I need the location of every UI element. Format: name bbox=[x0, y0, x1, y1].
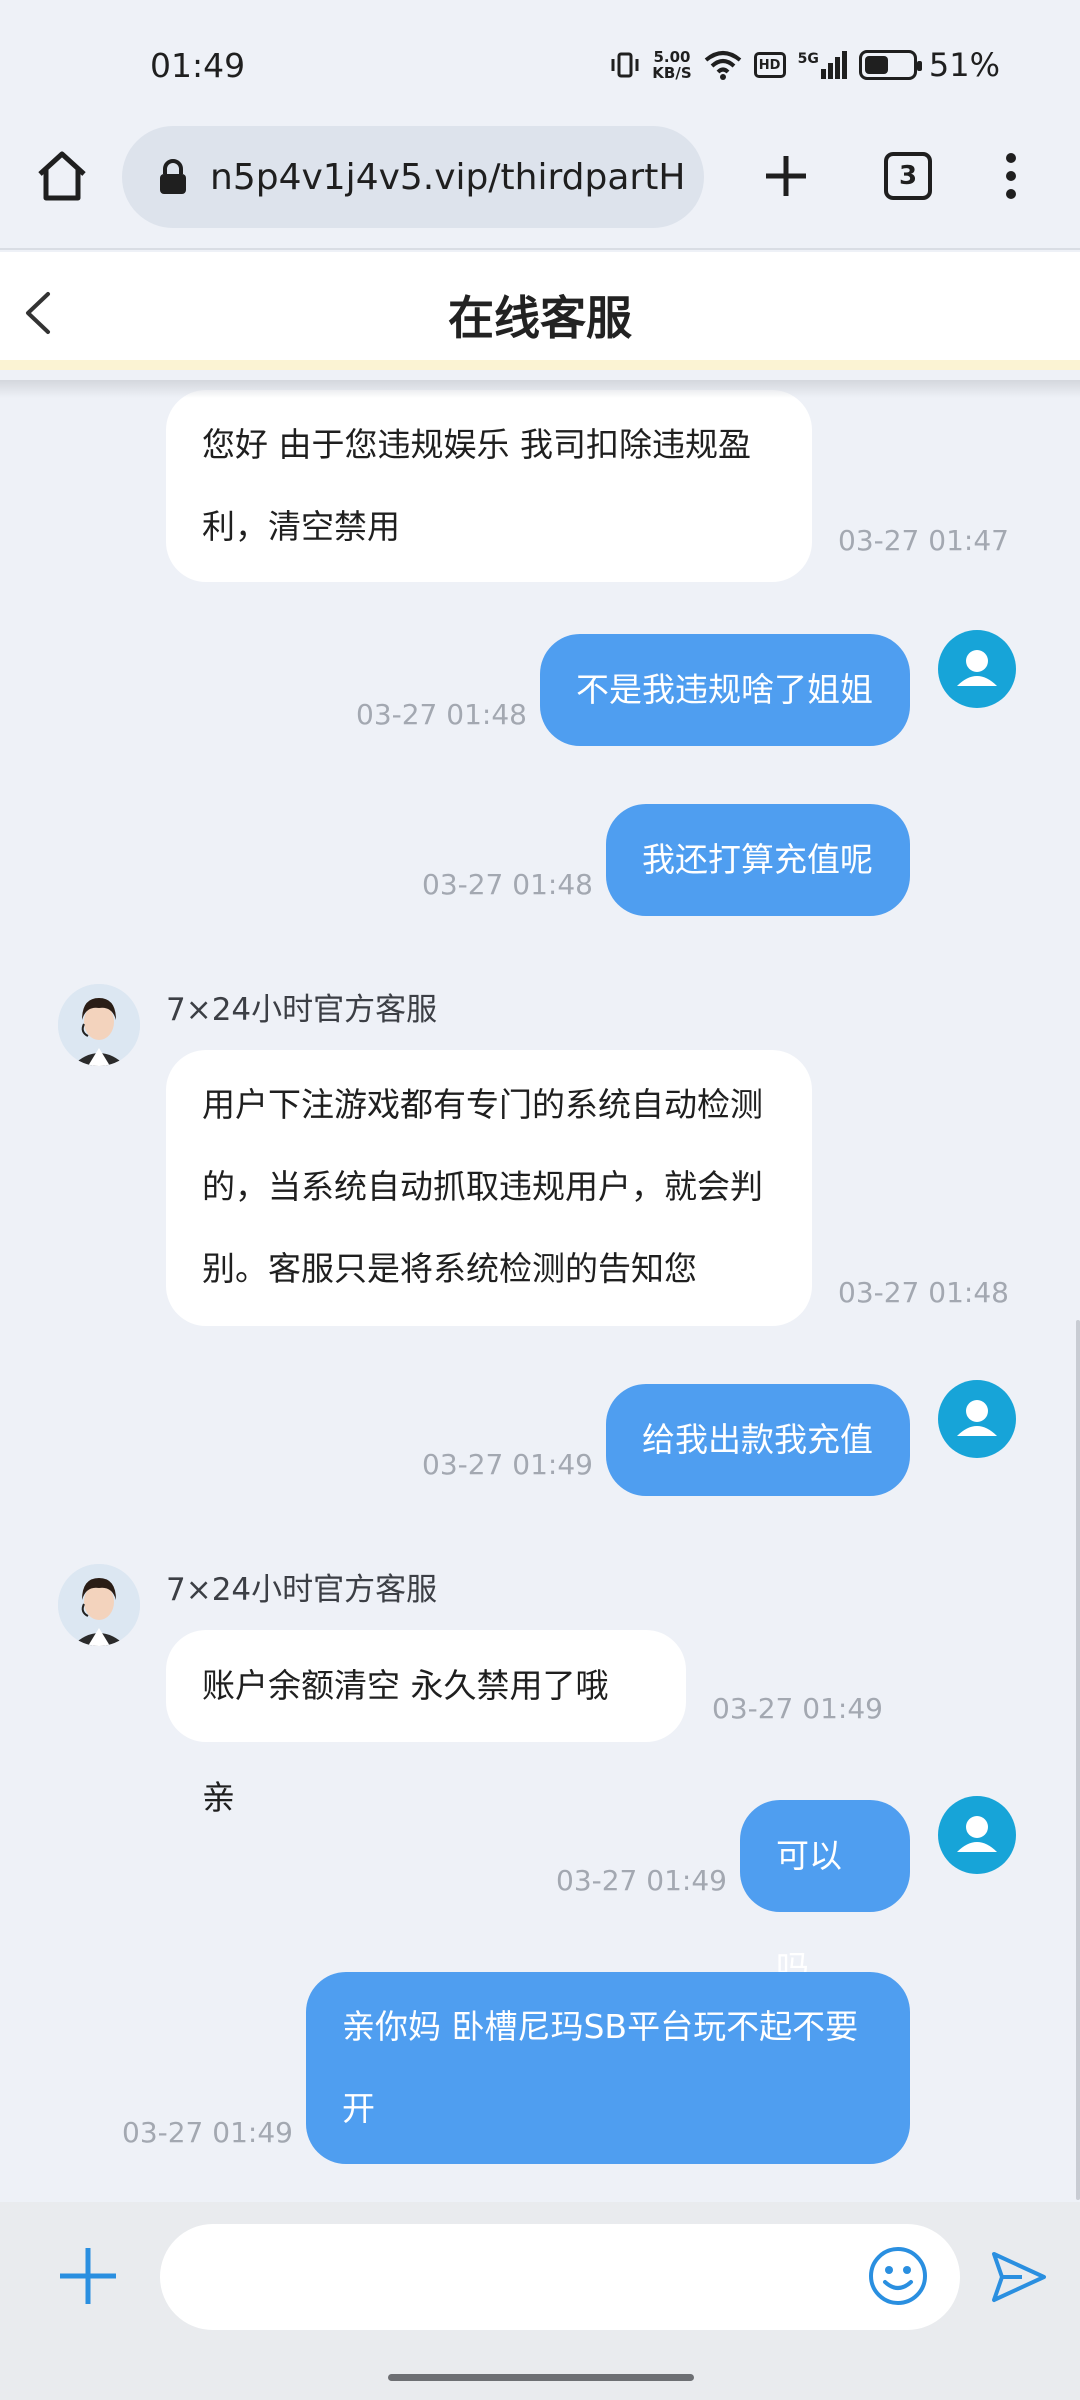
url-text: n5p4v1j4v5.vip/thirdpartH bbox=[210, 156, 686, 198]
network-speed-unit: KB/S bbox=[652, 64, 692, 82]
more-icon[interactable] bbox=[996, 148, 1026, 204]
home-icon[interactable] bbox=[34, 148, 90, 204]
message-timestamp: 03-27 01:47 bbox=[838, 524, 1009, 557]
signal-icon: 5G bbox=[798, 51, 847, 79]
browser-toolbar: n5p4v1j4v5.vip/thirdpartH 3 bbox=[0, 118, 1080, 250]
message-timestamp: 03-27 01:49 bbox=[712, 1692, 883, 1725]
message-line: 的，当系统自动抓取违规用户，就会判 bbox=[202, 1167, 763, 1206]
input-bar bbox=[0, 2202, 1080, 2350]
scrollbar[interactable] bbox=[1076, 1320, 1080, 2200]
tabs-icon[interactable]: 3 bbox=[884, 152, 932, 200]
header-shadow bbox=[0, 380, 1080, 398]
agent-avatar bbox=[58, 984, 140, 1066]
wifi-icon bbox=[704, 51, 741, 80]
message-timestamp: 03-27 01:49 bbox=[556, 1864, 727, 1897]
message-input[interactable] bbox=[160, 2224, 960, 2330]
message-timestamp: 03-27 01:48 bbox=[838, 1276, 1009, 1309]
home-gesture-handle[interactable] bbox=[388, 2374, 694, 2381]
incoming-message-bubble: 账户余额清空 永久禁用了哦 亲 bbox=[166, 1630, 686, 1817]
status-icons: 5.00 KB/S HD 5G 51% bbox=[610, 46, 1000, 84]
message-line: 您好 由于您违规娱乐 我司扣除违规盈 bbox=[202, 425, 751, 464]
message-timestamp: 03-27 01:49 bbox=[422, 1448, 593, 1481]
status-bar: 01:49 5.00 KB/S HD 5G 51% bbox=[0, 0, 1080, 118]
message-line: 利，清空禁用 bbox=[202, 507, 400, 546]
message-line: 给我出款我充值 bbox=[642, 1420, 873, 1459]
sender-name: 7×24小时官方客服 bbox=[166, 1572, 438, 1608]
message-timestamp: 03-27 01:48 bbox=[422, 868, 593, 901]
page-title: 在线客服 bbox=[448, 291, 632, 345]
user-icon bbox=[938, 1380, 1016, 1458]
plus-icon[interactable] bbox=[758, 148, 814, 204]
battery-percent: 51% bbox=[928, 46, 1000, 84]
battery-icon bbox=[858, 50, 922, 80]
attach-plus-icon[interactable] bbox=[56, 2244, 120, 2308]
emoji-icon[interactable] bbox=[866, 2244, 930, 2308]
network-speed-value: 5.00 bbox=[653, 48, 691, 66]
hd-badge: HD bbox=[753, 52, 786, 78]
sender-name: 7×24小时官方客服 bbox=[166, 992, 438, 1028]
incoming-message-bubble: 用户下注游戏都有专门的系统自动检测 的，当系统自动抓取违规用户，就会判 别。客服… bbox=[166, 1050, 812, 1326]
page-header: 在线客服 bbox=[0, 252, 1080, 370]
outgoing-message-bubble: 我还打算充值呢 bbox=[606, 804, 910, 916]
user-icon bbox=[938, 630, 1016, 708]
message-line: 不是我违规啥了姐姐 bbox=[576, 670, 873, 709]
vibrate-icon bbox=[611, 52, 639, 78]
message-timestamp: 03-27 01:48 bbox=[356, 698, 527, 731]
message-line: 别。客服只是将系统检测的告知您 bbox=[202, 1249, 697, 1288]
battery-fill bbox=[864, 56, 889, 74]
outgoing-message-bubble: 给我出款我充值 bbox=[606, 1384, 910, 1496]
lock-icon bbox=[160, 159, 186, 194]
message-line: 账户余额清空 永久禁用了哦 亲 bbox=[202, 1666, 609, 1817]
signal-label: 5G bbox=[797, 51, 819, 67]
message-line: 亲你妈 卧槽尼玛SB平台玩不起不要 bbox=[342, 2007, 859, 2046]
user-icon bbox=[938, 1796, 1016, 1874]
incoming-message-bubble: 您好 由于您违规娱乐 我司扣除违规盈 利，清空禁用 bbox=[166, 390, 812, 582]
send-icon[interactable] bbox=[988, 2246, 1050, 2308]
message-line: 用户下注游戏都有专门的系统自动检测 bbox=[202, 1085, 763, 1124]
outgoing-message-bubble: 不是我违规啥了姐姐 bbox=[540, 634, 910, 746]
address-bar[interactable]: n5p4v1j4v5.vip/thirdpartH bbox=[122, 126, 704, 228]
agent-avatar bbox=[58, 1564, 140, 1646]
outgoing-message-bubble: 可以吗 bbox=[740, 1800, 910, 1987]
status-time: 01:49 bbox=[150, 46, 246, 85]
network-speed: 5.00 KB/S bbox=[652, 49, 691, 81]
system-nav-bar bbox=[0, 2350, 1080, 2400]
message-line: 我还打算充值呢 bbox=[642, 840, 873, 879]
message-timestamp: 03-27 01:49 bbox=[122, 2116, 293, 2149]
chat-area[interactable]: 您好 由于您违规娱乐 我司扣除违规盈 利，清空禁用 03-27 01:47 03… bbox=[0, 380, 1080, 2200]
message-line: 开 bbox=[342, 2089, 375, 2128]
outgoing-message-bubble: 亲你妈 卧槽尼玛SB平台玩不起不要 开 bbox=[306, 1972, 910, 2164]
